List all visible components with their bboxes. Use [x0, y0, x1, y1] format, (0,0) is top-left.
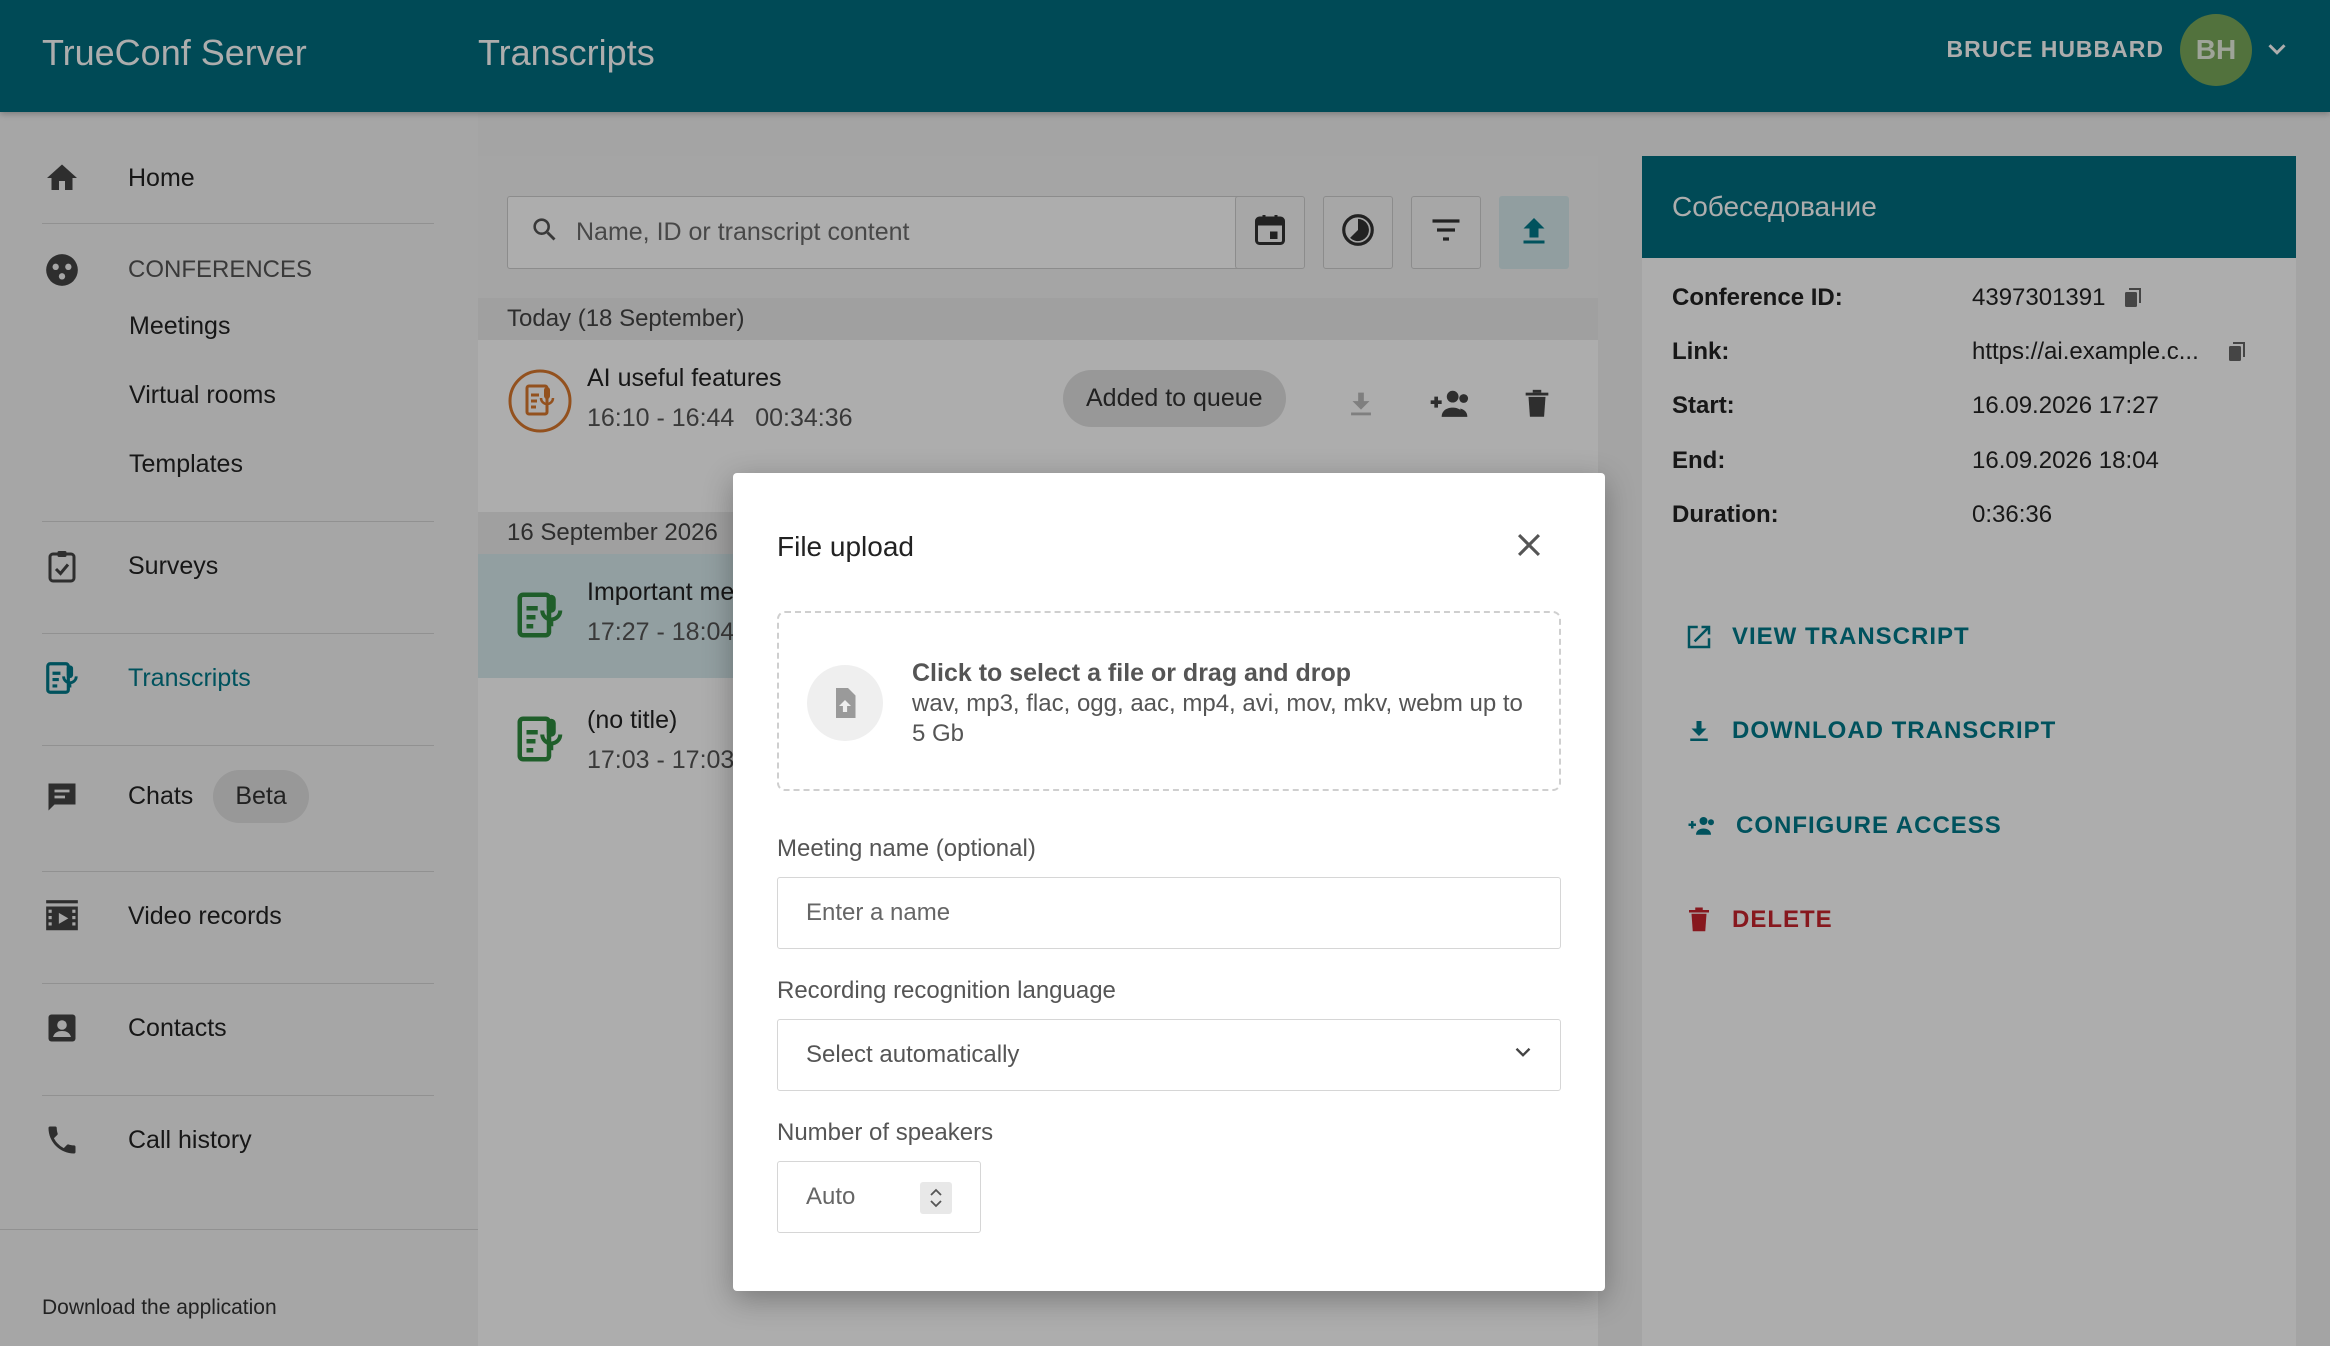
speakers-value: Auto: [806, 1183, 856, 1210]
meeting-name-input[interactable]: Enter a name: [777, 877, 1561, 949]
language-select[interactable]: Select automatically: [777, 1019, 1561, 1091]
speakers-input[interactable]: Auto: [777, 1161, 981, 1233]
meeting-name-placeholder: Enter a name: [806, 899, 951, 926]
dropzone-hint: wav, mp3, flac, ogg, aac, mp4, avi, mov,…: [912, 690, 1523, 747]
close-icon[interactable]: [1509, 525, 1549, 565]
file-dropzone[interactable]: Click to select a file or drag and drop …: [777, 611, 1561, 791]
meeting-name-label: Meeting name (optional): [777, 835, 1036, 862]
file-upload-dialog: File upload Click to select a file or dr…: [733, 473, 1605, 1291]
language-label: Recording recognition language: [777, 977, 1116, 1004]
dialog-title: File upload: [777, 531, 914, 562]
speakers-label: Number of speakers: [777, 1119, 994, 1146]
language-value: Select automatically: [806, 1041, 1020, 1068]
stepper-icon[interactable]: [920, 1182, 952, 1214]
dropzone-title: Click to select a file or drag and drop: [912, 659, 1351, 687]
chevron-down-icon: [1510, 1039, 1536, 1072]
file-upload-icon: [807, 665, 883, 741]
